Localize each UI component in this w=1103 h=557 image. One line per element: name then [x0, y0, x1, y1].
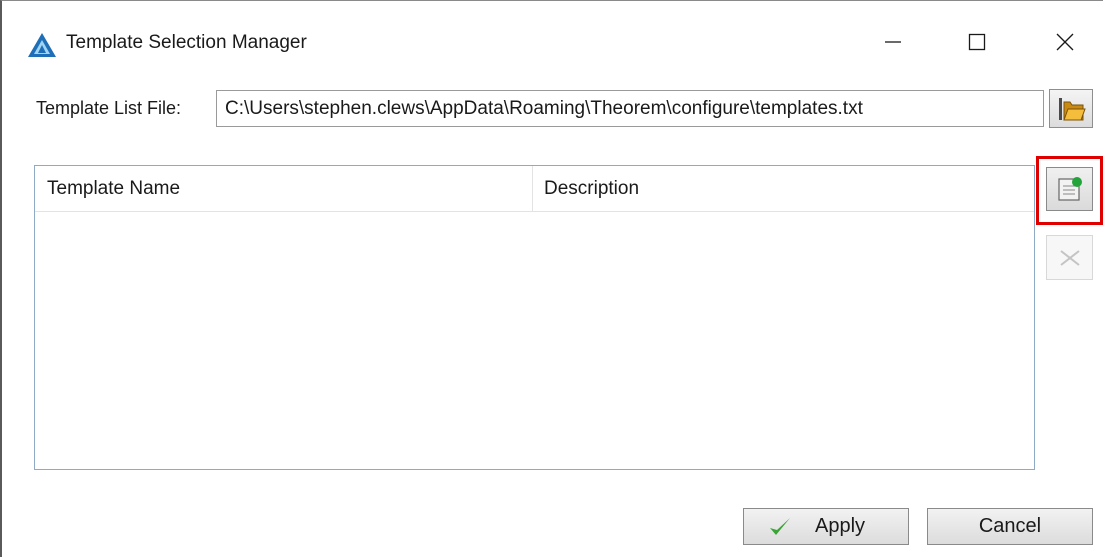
checkmark-icon [770, 518, 790, 535]
minimize-button[interactable] [870, 23, 916, 61]
title-bar: Template Selection Manager [2, 1, 1103, 57]
column-header-template-name[interactable]: Template Name [35, 166, 533, 211]
template-list[interactable]: Template Name Description [34, 165, 1035, 470]
minimize-icon [885, 41, 901, 43]
template-list-file-label: Template List File: [36, 98, 182, 118]
apply-label: Apply [814, 515, 866, 537]
apply-button[interactable]: Apply [743, 508, 909, 545]
add-template-button[interactable] [1046, 167, 1093, 211]
delete-template-button[interactable] [1046, 235, 1093, 280]
window-title: Template Selection Manager [66, 32, 307, 53]
cancel-button[interactable]: Cancel [927, 508, 1093, 545]
browse-folder-button[interactable] [1049, 89, 1093, 128]
open-folder-icon [1059, 97, 1086, 120]
close-button[interactable] [1042, 23, 1088, 61]
delete-x-icon [1059, 249, 1080, 266]
template-selection-dialog: Template Selection Manager Template List… [0, 0, 1103, 557]
list-header: Template Name Description [35, 166, 1034, 212]
template-list-file-input[interactable] [216, 90, 1044, 127]
add-template-icon [1057, 177, 1082, 201]
cancel-label: Cancel [978, 515, 1042, 537]
maximize-button[interactable] [954, 23, 1000, 61]
theorem-logo-icon [28, 33, 56, 57]
close-icon [1056, 33, 1074, 51]
column-header-description[interactable]: Description [533, 166, 1034, 211]
maximize-icon [968, 33, 986, 51]
